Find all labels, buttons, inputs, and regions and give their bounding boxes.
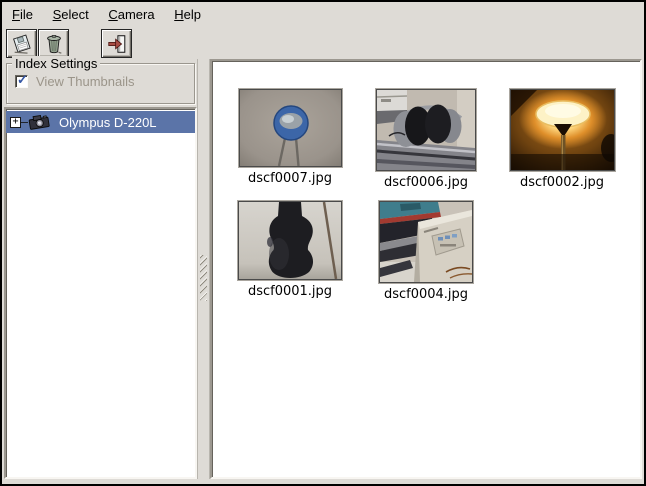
thumbnail-panel: dscf0007.jpg <box>210 59 642 479</box>
checkbox-box[interactable]: ✓ <box>15 75 28 88</box>
thumbnail-item[interactable]: dscf0007.jpg <box>222 89 358 201</box>
thumbnail-item[interactable]: dscf0004.jpg <box>358 201 494 313</box>
floppy-disk-icon <box>11 33 33 55</box>
thumbnail-grid: dscf0007.jpg <box>214 63 638 475</box>
menu-help[interactable]: Help <box>166 6 209 23</box>
thumbnail-filename: dscf0007.jpg <box>248 171 332 186</box>
index-settings-frame: Index Settings ✓ View Thumbnails <box>6 63 195 104</box>
menu-select[interactable]: Select <box>45 6 97 23</box>
thumbnail-item[interactable]: dscf0002.jpg <box>494 89 630 201</box>
thumbnail-item[interactable]: dscf0006.jpg <box>358 89 494 201</box>
pane-splitter[interactable] <box>197 59 210 479</box>
view-thumbnails-checkbox[interactable]: ✓ View Thumbnails <box>15 74 135 89</box>
exit-door-icon <box>106 33 128 55</box>
thumbnail-filename: dscf0004.jpg <box>384 287 468 302</box>
camera-tree: + Olympus D-220L <box>4 107 197 479</box>
camera-icon <box>28 114 50 130</box>
photo-dscf0004[interactable] <box>379 201 473 283</box>
delete-button[interactable] <box>38 29 69 58</box>
tree-item-label: Olympus D-220L <box>59 115 157 130</box>
menu-file[interactable]: File <box>4 6 41 23</box>
exit-button[interactable] <box>101 29 132 58</box>
gtkam-window: File Select Camera Help <box>0 0 646 486</box>
photo-dscf0001[interactable] <box>238 201 342 280</box>
splitter-grip[interactable] <box>200 255 207 301</box>
thumbnail-filename: dscf0001.jpg <box>248 284 332 299</box>
photo-dscf0006[interactable] <box>376 89 476 171</box>
thumbnail-filename: dscf0006.jpg <box>384 175 468 190</box>
frame-title: Index Settings <box>12 56 100 71</box>
expander-icon[interactable]: + <box>10 117 21 128</box>
menu-camera[interactable]: Camera <box>100 6 162 23</box>
save-button[interactable] <box>6 29 37 58</box>
tree-connector <box>21 122 28 123</box>
check-icon: ✓ <box>17 73 28 86</box>
checkbox-label: View Thumbnails <box>36 74 135 89</box>
thumbnail-item[interactable]: dscf0001.jpg <box>222 201 358 313</box>
thumbnail-filename: dscf0002.jpg <box>520 175 604 190</box>
tree-item-olympus[interactable]: + Olympus D-220L <box>6 111 195 133</box>
photo-dscf0007[interactable] <box>239 89 342 167</box>
trash-icon <box>43 33 65 55</box>
photo-dscf0002[interactable] <box>510 89 615 171</box>
menubar: File Select Camera Help <box>2 2 644 27</box>
